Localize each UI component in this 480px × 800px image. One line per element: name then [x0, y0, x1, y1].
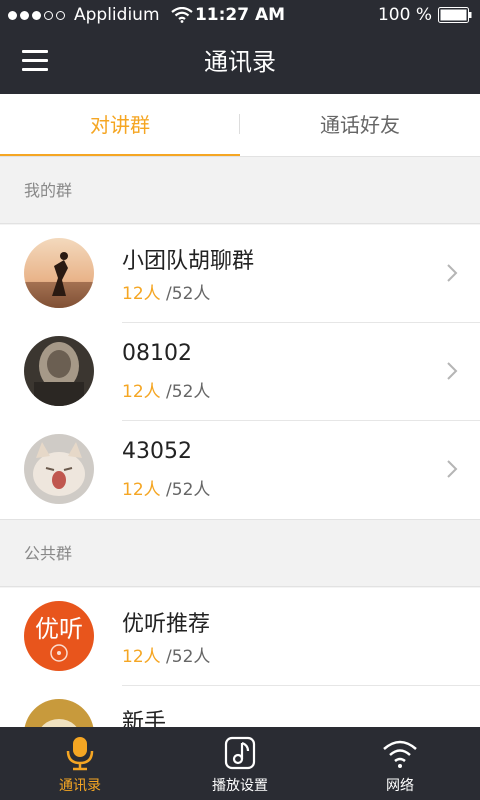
battery-percent: 100 % — [377, 5, 432, 25]
tabbar-item-network[interactable]: 网络 — [320, 727, 480, 800]
online-count: 12人 — [122, 284, 161, 304]
music-note-icon — [224, 736, 256, 770]
group-list-item[interactable]: 小团队胡聊群 12人 /52人 — [0, 225, 480, 323]
microphone-icon — [66, 737, 94, 771]
signal-dot — [56, 10, 65, 20]
signal-dot — [44, 10, 53, 20]
wifi-icon — [170, 7, 193, 23]
tab-talk-groups[interactable]: 对讲群 — [0, 94, 240, 157]
tab-call-friends[interactable]: 通话好友 — [240, 94, 480, 156]
online-count: 12人 — [122, 480, 161, 500]
group-name: 43052 — [122, 439, 192, 464]
total-count: /52人 — [160, 382, 211, 402]
signal-dot — [20, 10, 29, 20]
tabbar-label: 播放设置 — [212, 778, 268, 794]
section-header-public-groups: 公共群 — [0, 519, 480, 587]
battery-status: 100 % — [378, 0, 472, 30]
chevron-right-icon — [447, 362, 458, 380]
logo-text: 优听 — [35, 615, 83, 643]
segment-tabs: 对讲群 通话好友 — [0, 94, 480, 157]
signal-dot — [8, 10, 17, 20]
group-name: 优听推荐 — [122, 612, 211, 637]
signal-dot — [32, 10, 41, 20]
tabbar-label: 通讯录 — [59, 778, 101, 794]
online-count: 12人 — [122, 647, 161, 667]
group-name: 08102 — [122, 341, 192, 366]
tabbar-item-playback-settings[interactable]: 播放设置 — [160, 727, 320, 800]
chevron-right-icon — [447, 264, 458, 282]
page-title: 通讯录 — [204, 48, 276, 76]
total-count: /52人 — [160, 647, 211, 667]
section-header-my-groups: 我的群 — [0, 156, 480, 224]
wifi-icon — [383, 740, 417, 768]
tabbar-item-contacts[interactable]: 通讯录 — [0, 727, 160, 800]
group-list-item[interactable]: 43052 12人 /52人 — [0, 421, 480, 519]
navigation-bar: 通讯录 — [0, 30, 480, 94]
group-avatar — [24, 434, 94, 504]
total-count: /52人 — [160, 284, 211, 304]
signal-and-carrier: Applidium — [8, 5, 193, 25]
tabbar-label: 网络 — [386, 778, 414, 794]
group-avatar — [24, 336, 94, 406]
group-avatar — [24, 238, 94, 308]
status-bar: Applidium 11:27 AM 100 % — [0, 0, 480, 30]
chevron-right-icon — [447, 460, 458, 478]
member-count: 12人 /52人 — [122, 642, 210, 667]
group-list-item[interactable]: 优听 优听推荐 12人 /52人 — [0, 588, 480, 686]
group-name: 小团队胡聊群 — [122, 249, 255, 274]
member-count: 12人 /52人 — [122, 475, 210, 500]
battery-icon — [438, 7, 472, 23]
online-count: 12人 — [122, 382, 161, 402]
member-count: 12人 /52人 — [122, 279, 210, 304]
total-count: /52人 — [160, 480, 211, 500]
member-count: 12人 /52人 — [122, 377, 210, 402]
group-list-item[interactable]: 08102 12人 /52人 — [0, 323, 480, 421]
carrier-name: Applidium — [74, 5, 160, 25]
youting-logo: 优听 — [24, 601, 94, 671]
bottom-tab-bar: 通讯录 播放设置 网络 — [0, 727, 480, 800]
